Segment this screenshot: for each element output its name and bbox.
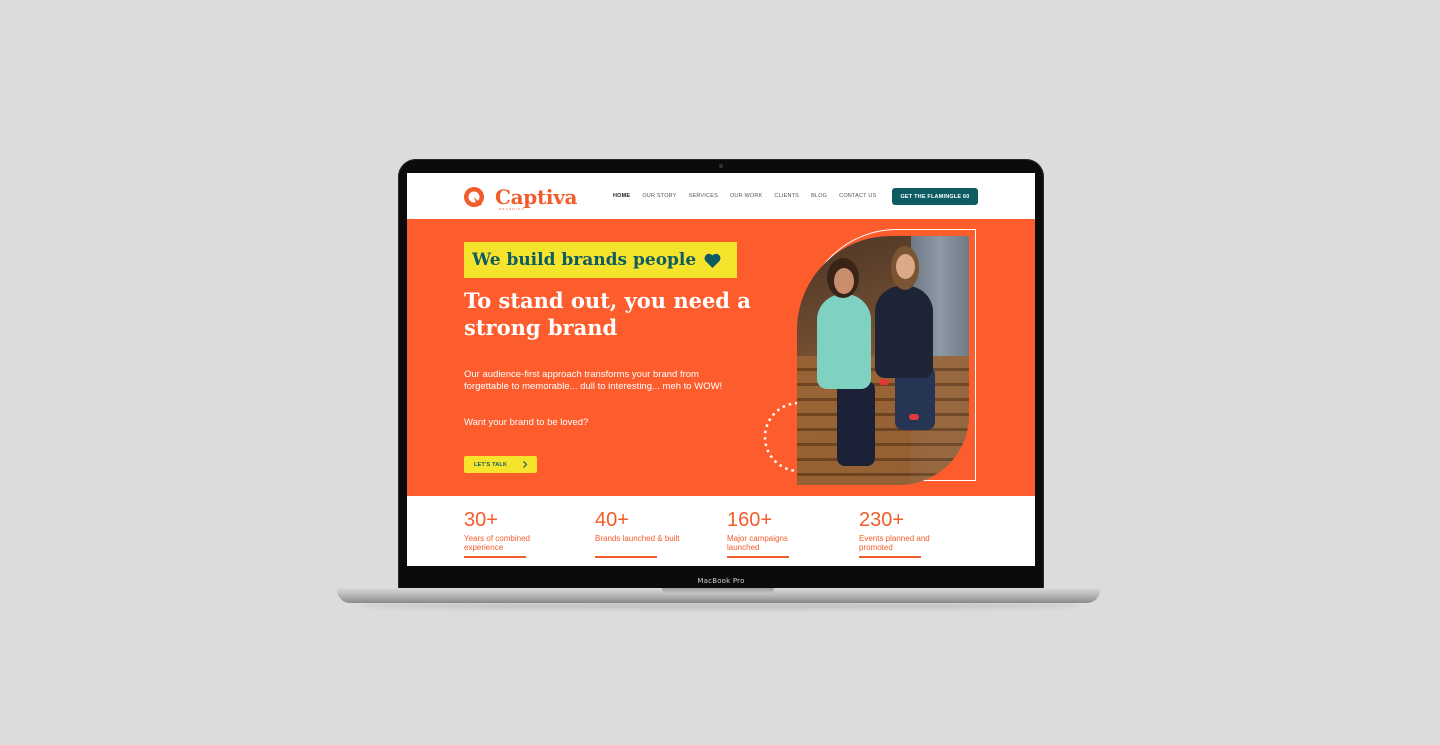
person-left-face	[834, 268, 854, 294]
stat-underline	[464, 556, 526, 558]
stat-number: 230+	[859, 509, 905, 531]
chevron-right-icon	[523, 461, 528, 468]
hero-badge-text: We build brands people	[472, 250, 697, 270]
nav-home[interactable]: HOME	[613, 193, 630, 199]
stat-item: 30+ Years of combined experience	[464, 510, 574, 552]
lets-talk-label: LET'S TALK	[474, 461, 508, 468]
laptop-base	[337, 588, 1100, 603]
stat-underline	[595, 556, 657, 558]
hero-title: To stand out, you need a strong brand	[464, 288, 751, 340]
stat-number: 40+	[595, 509, 629, 531]
founders-photo	[797, 236, 969, 485]
stat-label: Brands launched & built	[595, 534, 680, 543]
red-shoe	[909, 414, 919, 420]
nav-blog[interactable]: BLOG	[811, 193, 827, 199]
person-left-legs	[837, 381, 875, 466]
brand-subtitle: BRANDING	[499, 207, 526, 211]
laptop-lid: Captiva BRANDING HOME OUR STORY SERVICES…	[398, 159, 1044, 591]
get-flamingle-button[interactable]: GET THE FLAMINGLE 60	[892, 188, 978, 205]
person-right-jacket	[875, 286, 933, 378]
nav-contact-us[interactable]: CONTACT US	[839, 193, 876, 199]
hero-badge: We build brands people	[464, 242, 737, 278]
stat-underline	[727, 556, 789, 558]
red-shoe	[879, 379, 889, 385]
person-right-face	[896, 254, 915, 279]
heart-icon	[704, 253, 721, 268]
stat-label: Major campaigns launched	[727, 534, 788, 552]
brand-logo[interactable]: Captiva BRANDING	[463, 184, 578, 211]
brand-name: Captiva	[495, 185, 578, 209]
stats-section: 30+ Years of combined experience 40+ Bra…	[407, 496, 1035, 566]
stat-item: 230+ Events planned and promoted	[859, 510, 969, 552]
hero-question: Want your brand to be loved?	[464, 417, 589, 428]
site-header: Captiva BRANDING HOME OUR STORY SERVICES…	[407, 173, 1035, 219]
nav-our-story[interactable]: OUR STORY	[642, 193, 676, 199]
laptop-screen: Captiva BRANDING HOME OUR STORY SERVICES…	[407, 173, 1035, 566]
stat-number: 30+	[464, 509, 498, 531]
main-nav: HOME OUR STORY SERVICES OUR WORK CLIENTS…	[613, 193, 876, 199]
nav-services[interactable]: SERVICES	[689, 193, 718, 199]
device-label: MacBook Pro	[697, 577, 745, 585]
hero-section: We build brands people To stand out, you…	[407, 219, 1035, 496]
stat-label: Events planned and promoted	[859, 534, 930, 552]
nav-clients[interactable]: CLIENTS	[774, 193, 799, 199]
stat-underline	[859, 556, 921, 558]
nav-our-work[interactable]: OUR WORK	[730, 193, 762, 199]
stat-item: 40+ Brands launched & built	[595, 510, 705, 543]
stat-number: 160+	[727, 509, 773, 531]
laptop-notch	[662, 588, 774, 594]
laptop-shadow	[360, 603, 1080, 609]
camera	[719, 164, 723, 168]
hero-body: Our audience-first approach transforms y…	[464, 369, 723, 392]
person-left-jacket	[817, 294, 871, 389]
stat-label: Years of combined experience	[464, 534, 530, 552]
captiva-logo-icon	[464, 187, 484, 207]
stat-item: 160+ Major campaigns launched	[727, 510, 837, 552]
lets-talk-button[interactable]: LET'S TALK	[464, 456, 537, 473]
